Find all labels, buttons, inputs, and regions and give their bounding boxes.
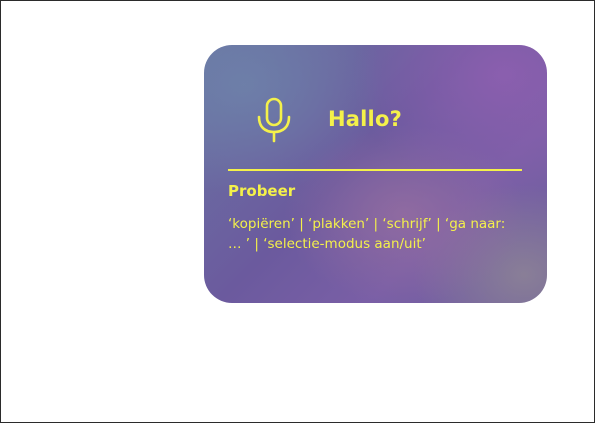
divider [228,169,522,171]
try-label: Probeer [228,182,296,200]
microphone-icon[interactable] [254,97,294,143]
greeting-title: Hallo? [328,107,402,131]
voice-assistant-card: Hallo? Probeer ‘kopiëren’ | ‘plakken’ | … [204,45,547,303]
screen-frame: Hallo? Probeer ‘kopiëren’ | ‘plakken’ | … [0,0,595,423]
command-hints: ‘kopiëren’ | ‘plakken’ | ‘schrijf’ | ‘ga… [228,216,506,252]
